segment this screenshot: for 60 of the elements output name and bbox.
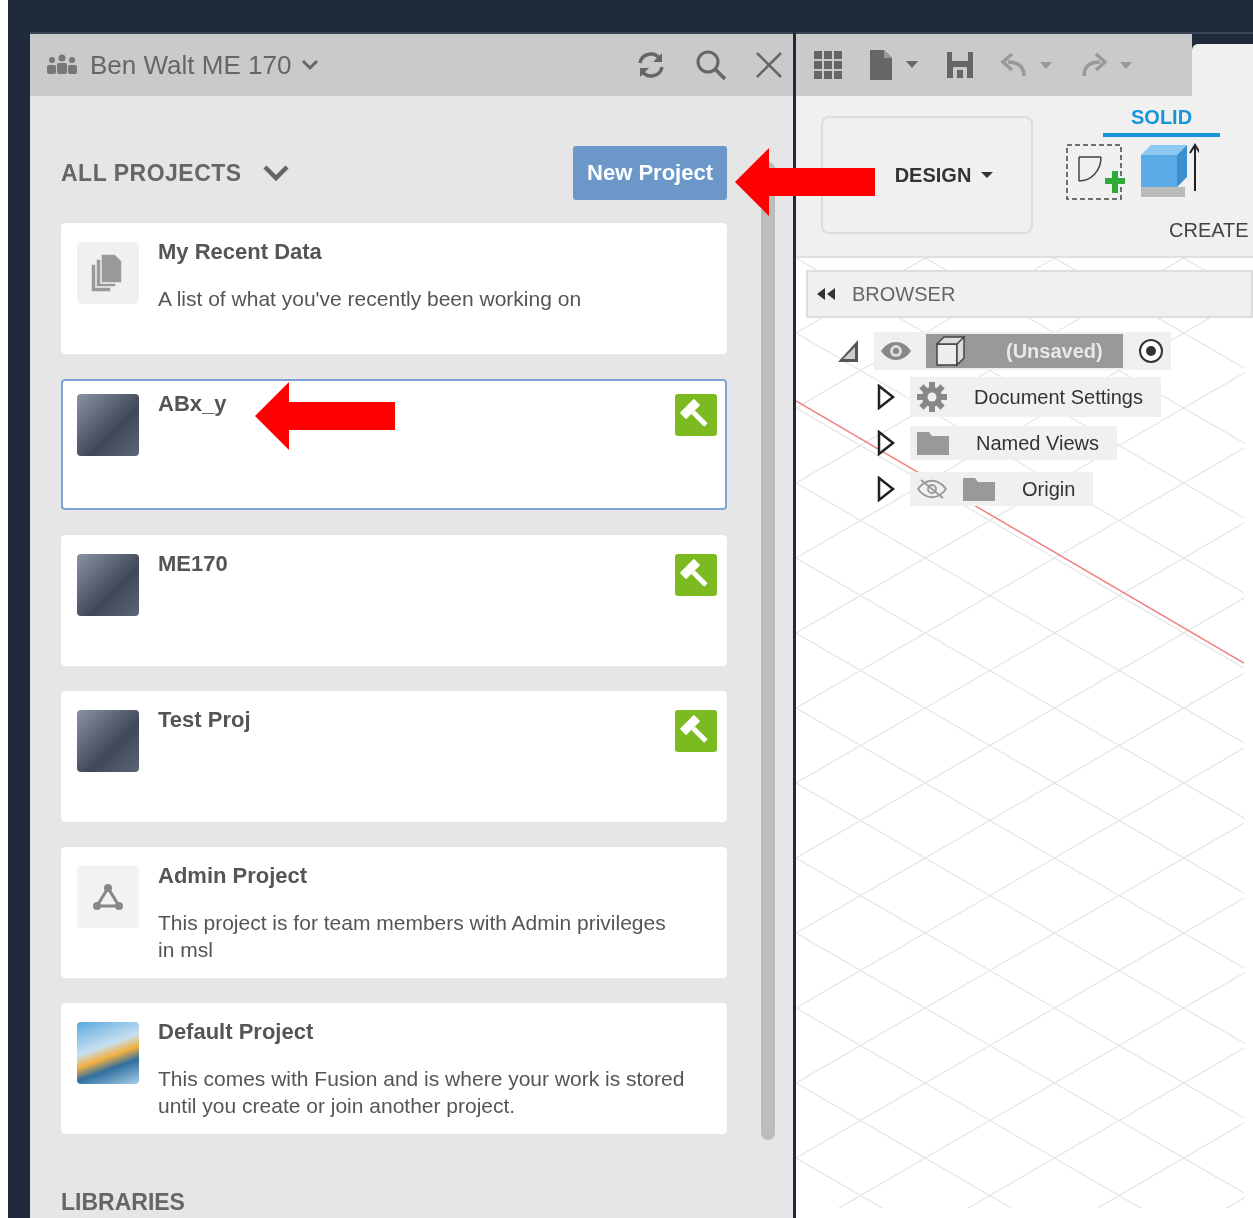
search-icon[interactable] <box>695 49 727 81</box>
tree-label: Named Views <box>976 431 1100 455</box>
project-card[interactable]: Admin Project This project is for team members with Admin privileges in msl <box>61 847 727 978</box>
refresh-icon[interactable] <box>635 50 667 80</box>
expand-triangle-icon[interactable] <box>876 476 896 502</box>
chevron-down-icon[interactable] <box>301 59 320 71</box>
project-card[interactable]: ME170 <box>61 535 727 666</box>
browser-header[interactable]: BROWSER <box>806 270 1253 318</box>
folder-icon <box>962 476 996 502</box>
eye-hidden-icon[interactable] <box>916 478 948 500</box>
section-title[interactable]: ALL PROJECTS <box>61 159 242 187</box>
eye-icon[interactable] <box>880 340 912 362</box>
close-icon[interactable] <box>755 51 783 79</box>
project-description: This comes with Fusion and is where your work is stored until you create or join another project. <box>158 1066 686 1119</box>
grid-icon[interactable] <box>814 51 842 79</box>
project-card[interactable]: Test Proj <box>61 691 727 822</box>
tree-node[interactable]: Document Settings <box>910 377 1161 417</box>
project-title: Admin Project <box>158 863 309 889</box>
project-card[interactable]: Default Project This comes with Fusion and is where your work is stored until you create or join another project. <box>61 1003 727 1134</box>
project-description: This project is for team members with Admin privileges in msl <box>158 910 667 963</box>
project-title: My Recent Data <box>158 239 323 265</box>
project-title: Default Project <box>158 1019 315 1045</box>
expand-triangle-icon[interactable] <box>876 384 896 410</box>
tree-label: (Unsaved) <box>1006 339 1103 363</box>
hammer-icon[interactable] <box>675 710 717 752</box>
file-icon[interactable] <box>868 49 920 81</box>
team-icon <box>46 54 78 76</box>
expand-triangle-icon[interactable] <box>876 430 896 456</box>
tree-label: Document Settings <box>974 385 1143 409</box>
gear-icon <box>916 381 948 413</box>
hammer-icon[interactable] <box>675 394 717 436</box>
photo-placeholder <box>77 394 139 456</box>
project-title: ME170 <box>158 551 229 577</box>
workspace-dropdown[interactable]: DESIGN <box>821 116 1033 234</box>
project-description: A list of what you've recently been working on <box>158 286 583 312</box>
photo-placeholder <box>77 710 139 772</box>
group-label: CREATE <box>1168 218 1250 242</box>
radio-icon[interactable] <box>1136 337 1165 365</box>
documents-icon <box>77 242 139 304</box>
photo-placeholder <box>77 554 139 616</box>
triangle-nodes-icon <box>77 866 139 928</box>
project-title: ABx_y <box>158 391 228 417</box>
scrollbar[interactable] <box>761 162 775 1140</box>
project-card[interactable]: My Recent Data A list of what you've recently been working on <box>61 223 727 354</box>
component-box-icon <box>934 335 966 367</box>
folder-icon <box>916 430 950 456</box>
team-name[interactable]: Ben Walt ME 170 <box>90 49 292 81</box>
photo-placeholder <box>77 1022 139 1084</box>
tree-node[interactable]: Named Views <box>910 426 1118 460</box>
project-card[interactable]: ABx_y <box>61 379 727 510</box>
tree-node[interactable]: Origin <box>910 472 1094 506</box>
expanded-triangle-icon[interactable] <box>836 338 860 364</box>
hammer-icon[interactable] <box>675 554 717 596</box>
tree-label: Origin <box>1022 477 1076 501</box>
caret-icon <box>981 171 994 179</box>
section-title[interactable]: LIBRARIES <box>61 1189 728 1216</box>
save-icon[interactable] <box>946 50 974 80</box>
collapse-icon[interactable] <box>816 288 836 300</box>
chevron-down-icon[interactable] <box>261 164 290 182</box>
project-title: Test Proj <box>158 707 252 733</box>
